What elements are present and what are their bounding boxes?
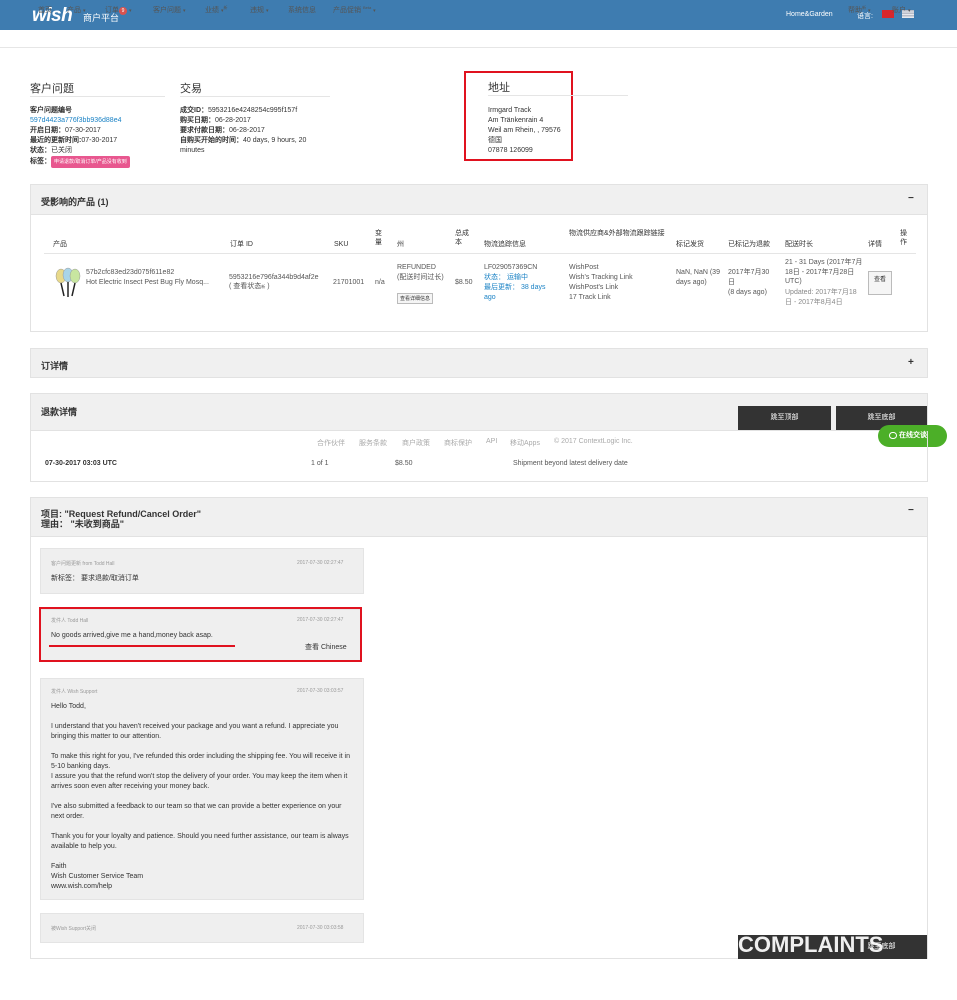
col-state: 州 [397,241,404,248]
col-tracking: 物流追踪信息 [484,241,526,248]
message-text: 新标签： 要求退款/取消订单 [51,575,139,582]
divider [488,95,628,96]
ticket-info: 客户问题编号 597d4423a776f3bb936d88e4 开启日期：07-… [30,106,170,168]
message-time: 2017-07-30 02:27:47 [297,560,344,566]
chevron-down-icon: ▾ [265,8,269,14]
cost-value: $8.50 [455,279,473,286]
ticket-section-title: 客户问题 [30,83,74,95]
refund-amount: $8.50 [395,460,413,467]
message-text: No goods arrived,give me a hand,money ba… [51,632,213,639]
message-time: 2017-07-30 03:03:58 [297,925,344,931]
col-cost: 总成本 [455,230,469,246]
order-details-panel[interactable] [30,348,928,378]
beta-badge: Beta [362,5,372,10]
view-status-link[interactable]: ( 查看状态新 ) [229,282,270,292]
state-value: REFUNDED (配送时间过长) [397,264,444,281]
col-product: 产品 [53,241,67,248]
nav-account[interactable]: 账户 ▾ [892,5,910,15]
sku-value: 21701001 [333,279,365,286]
divider [30,96,165,97]
collapse-icon[interactable]: − [908,505,914,516]
main-nav [0,30,957,48]
ticket-id-link[interactable]: 597d4423a776f3bb936d88e4 [30,116,170,126]
marked-shipped-value: NaN, NaN (39 days ago) [676,269,720,286]
nav-violations[interactable]: 违规 ▾ [250,5,268,15]
products-panel-title: 受影响的产品 (1) [41,197,109,207]
product-thumbnail[interactable] [54,266,82,298]
carrier-name: WishPost [569,264,599,271]
col-carrier: 物流供应商&外部物流跟踪链接 [569,230,665,237]
chevron-down-icon: ▾ [373,8,376,14]
refund-date: 07-30-2017 03:03 UTC [45,460,117,467]
refund-quantity: 1 of 1 [311,460,329,467]
order-count-badge: 9 [119,7,127,15]
details-button[interactable]: 查看 [868,271,892,295]
col-sku: SKU [334,241,349,248]
new-badge: 新 [223,5,228,10]
chevron-down-icon: ▾ [182,8,186,14]
product-name: Hot Electric Insect Pest Bug Fly Mosq... [86,279,209,286]
expand-icon[interactable]: + [908,357,914,368]
translate-link[interactable]: 查看 Chinese [305,643,347,653]
tracking-number-link[interactable]: LF029057369CN [484,263,537,273]
product-id-link[interactable]: 57b2cfc83ed23d075f611e82 [86,268,174,278]
col-refund-marked: 已标记为退款 [728,241,770,248]
store-name[interactable]: Home&Garden [786,11,833,18]
issue-reason: 理由： "未收到商品" [41,519,125,529]
jump-to-top-button[interactable]: 跳至顶部 [738,406,831,430]
message-body: Hello Todd, I understand that you haven'… [51,703,351,890]
col-details: 详情 [868,241,882,248]
message-sender: 发件人 Todd Hall [51,618,89,624]
col-variant: 变量 [375,230,382,246]
col-ops: 操作 [900,230,907,246]
chevron-down-icon: ▾ [867,8,871,14]
nav-products[interactable]: 产品 ▾ [67,5,85,15]
refund-marked-value: 2017年7月30日 [728,269,770,286]
address-info: Irmgard Track Am Tränkenrain 4 Weil am R… [488,107,561,154]
message-time: 2017-07-30 03:03:57 [297,688,344,694]
address-section-title: 地址 [488,82,510,94]
refund-marked-ago: (8 days ago) [728,289,767,296]
wishpost-link[interactable]: WishPost's Link [569,283,618,293]
divider [180,96,330,97]
refund-reason: Shipment beyond latest delivery date [513,460,628,467]
view-details-button[interactable]: 查看详细信息 [397,293,434,304]
order-details-title: 订详情 [41,361,69,371]
nav-system-info[interactable]: 系统信息 [288,5,316,15]
col-marked: 标记发货 [676,241,704,248]
delivery-updated: Updated: 2017年7月18日 - 2017年8月4日 [785,289,857,306]
nav-home[interactable]: 首页 [38,5,52,15]
ticket-tag: 申请退款/取消订单/产品没有收到 [51,156,130,168]
nav-customer-issues[interactable]: 客户问题 ▾ [153,5,185,15]
delivery-duration: 21 - 31 Days (2017年7月18日 - 2017年7月28日 UT… [785,259,863,285]
transaction-section-title: 交易 [180,83,202,95]
refund-details-title: 退款详情 [41,407,78,417]
nav-performance[interactable]: 业绩 ▾新 [205,5,227,15]
divider [44,253,916,254]
collapse-icon[interactable]: − [908,193,914,204]
nav-orders[interactable]: 订单 9 ▾ [105,5,131,15]
transaction-info: 成交ID：5953216e4248254c995f157f 购买日期：06-28… [180,107,307,154]
tracking-status: 状态： 运输中 [484,274,528,281]
message-time: 2017-07-30 02:27:47 [297,617,344,623]
message-sender: 发件人 Wish Support [51,689,98,695]
message-sender: 客户问题更新 from Todd Hall [51,561,115,567]
complaints-watermark: COMPLAINTS [738,932,884,957]
chevron-down-icon: ▾ [82,8,86,14]
col-delivery: 配送时长 [785,241,813,248]
17track-link[interactable]: 17 Track Link [569,293,611,303]
nav-help[interactable]: 帮助新 ▾ [848,5,870,15]
message-sender: 被Wish Support关闭 [51,926,97,932]
nav-promotions[interactable]: 产品促销 Beta ▾ [333,5,376,15]
products-panel-header[interactable] [30,184,928,215]
chevron-down-icon: ▾ [907,8,911,14]
text-underline-annotation [49,645,235,647]
variant-value: n/a [375,279,385,286]
wish-tracking-link[interactable]: Wish's Tracking Link [569,273,633,283]
col-order-id: 订单 ID [230,241,253,248]
tracking-updated: 最后更新： 38 days ago [484,284,546,301]
message-tag-update [40,548,364,594]
chevron-down-icon: ▾ [128,8,132,14]
refund-details-body [30,431,928,482]
